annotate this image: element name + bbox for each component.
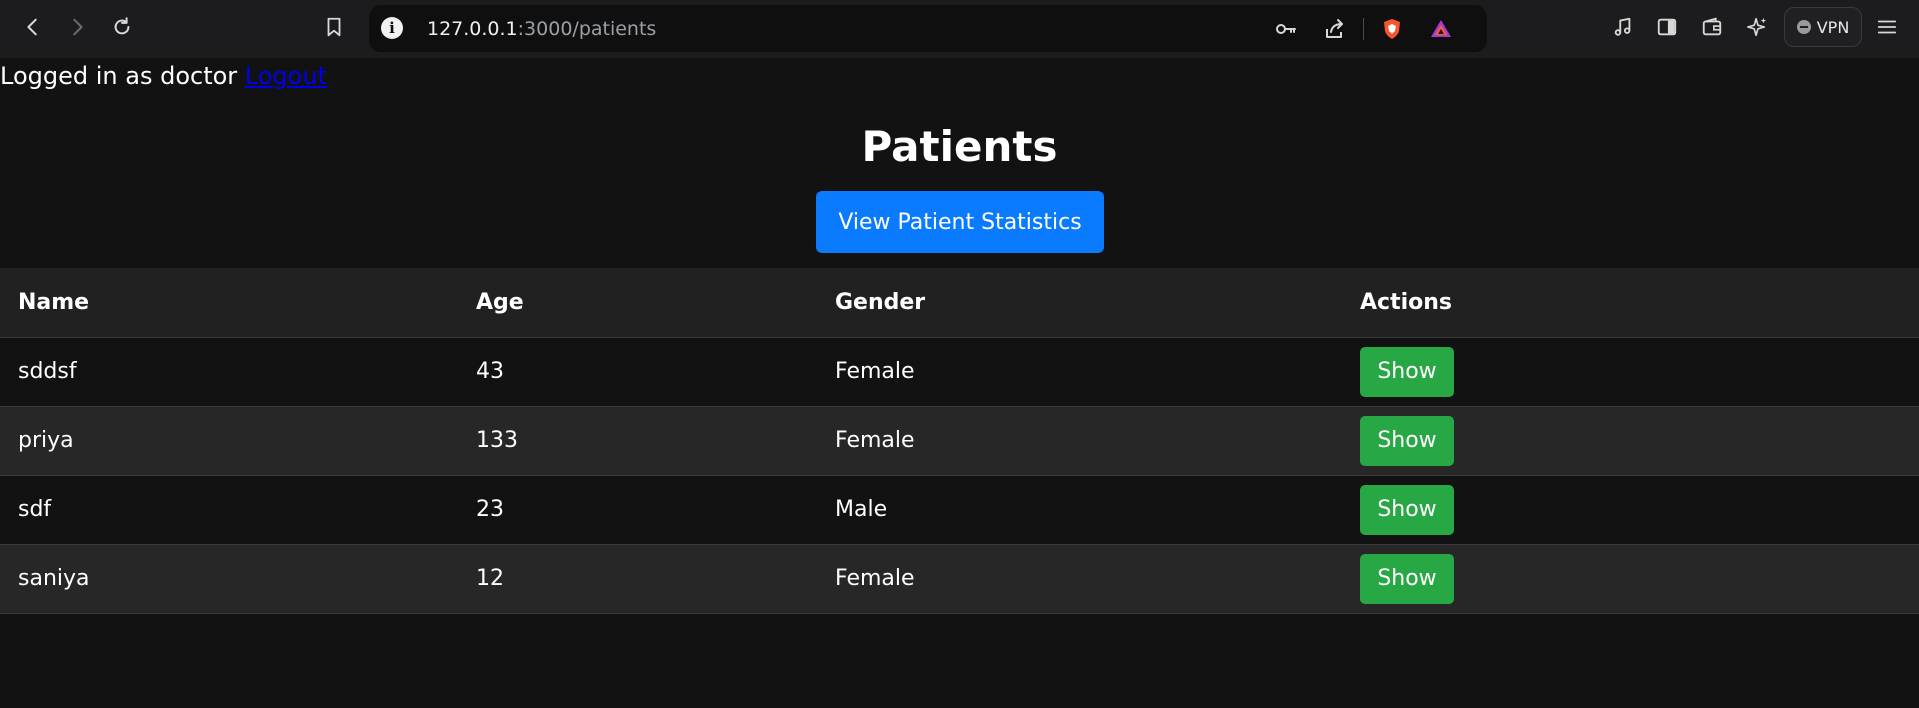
brave-rewards-icon[interactable] xyxy=(1427,15,1455,43)
header-actions: Actions xyxy=(1342,268,1919,338)
leo-ai-icon[interactable] xyxy=(1742,12,1772,42)
cell-actions: Show xyxy=(1342,475,1919,545)
vpn-label: VPN xyxy=(1816,17,1850,37)
table-row: priya 133 Female Show xyxy=(0,406,1919,476)
key-icon[interactable] xyxy=(1272,15,1300,43)
cell-age: 133 xyxy=(458,406,817,476)
logged-in-text: Logged in as doctor xyxy=(0,62,238,90)
login-status: Logged in as doctor Logout xyxy=(0,62,327,90)
page-title: Patients xyxy=(861,122,1058,171)
cell-actions: Show xyxy=(1342,337,1919,407)
show-button[interactable]: Show xyxy=(1360,346,1454,397)
cell-age: 43 xyxy=(458,337,817,407)
cell-actions: Show xyxy=(1342,544,1919,614)
forward-icon[interactable] xyxy=(62,12,92,42)
address-separator xyxy=(1363,18,1364,40)
vpn-button[interactable]: VPN xyxy=(1784,7,1862,47)
table-row: saniya 12 Female Show xyxy=(0,544,1919,614)
cell-gender: Female xyxy=(817,544,1342,614)
address-bar[interactable]: i 127.0.0.1:3000/patients xyxy=(369,5,1487,52)
media-icon[interactable] xyxy=(1608,12,1638,42)
header-name: Name xyxy=(0,268,458,338)
header-age: Age xyxy=(458,268,817,338)
table-header-row: Name Age Gender Actions xyxy=(0,268,1919,338)
sidebar-icon[interactable] xyxy=(1652,12,1682,42)
cell-age: 12 xyxy=(458,544,817,614)
menu-icon[interactable] xyxy=(1872,12,1902,42)
table-row: sddsf 43 Female Show xyxy=(0,337,1919,407)
cell-actions: Show xyxy=(1342,406,1919,476)
patients-table: Name Age Gender Actions sddsf 43 Female … xyxy=(0,268,1919,614)
wallet-icon[interactable] xyxy=(1697,12,1727,42)
cell-age: 23 xyxy=(458,475,817,545)
reload-icon[interactable] xyxy=(107,12,137,42)
logout-link[interactable]: Logout xyxy=(245,62,327,90)
bookmark-icon[interactable] xyxy=(319,12,349,42)
cell-gender: Female xyxy=(817,337,1342,407)
show-button[interactable]: Show xyxy=(1360,484,1454,535)
browser-toolbar: i 127.0.0.1:3000/patients VPN xyxy=(0,0,1919,58)
header-gender: Gender xyxy=(817,268,1342,338)
cell-name: sdf xyxy=(0,475,458,545)
share-icon[interactable] xyxy=(1321,15,1349,43)
url-path: :3000/patients xyxy=(517,18,657,40)
cell-gender: Male xyxy=(817,475,1342,545)
cell-name: saniya xyxy=(0,544,458,614)
table-row: sdf 23 Male Show xyxy=(0,475,1919,545)
vpn-status-icon xyxy=(1796,20,1811,34)
view-patient-statistics-button[interactable]: View Patient Statistics xyxy=(816,191,1104,253)
show-button[interactable]: Show xyxy=(1360,553,1454,604)
cell-gender: Female xyxy=(817,406,1342,476)
cell-name: sddsf xyxy=(0,337,458,407)
back-icon[interactable] xyxy=(18,12,48,42)
brave-shield-icon[interactable] xyxy=(1378,15,1406,43)
url-text[interactable]: 127.0.0.1:3000/patients xyxy=(427,18,656,40)
cell-name: priya xyxy=(0,406,458,476)
url-host: 127.0.0.1 xyxy=(427,18,518,40)
show-button[interactable]: Show xyxy=(1360,415,1454,466)
site-info-icon[interactable]: i xyxy=(381,17,403,39)
